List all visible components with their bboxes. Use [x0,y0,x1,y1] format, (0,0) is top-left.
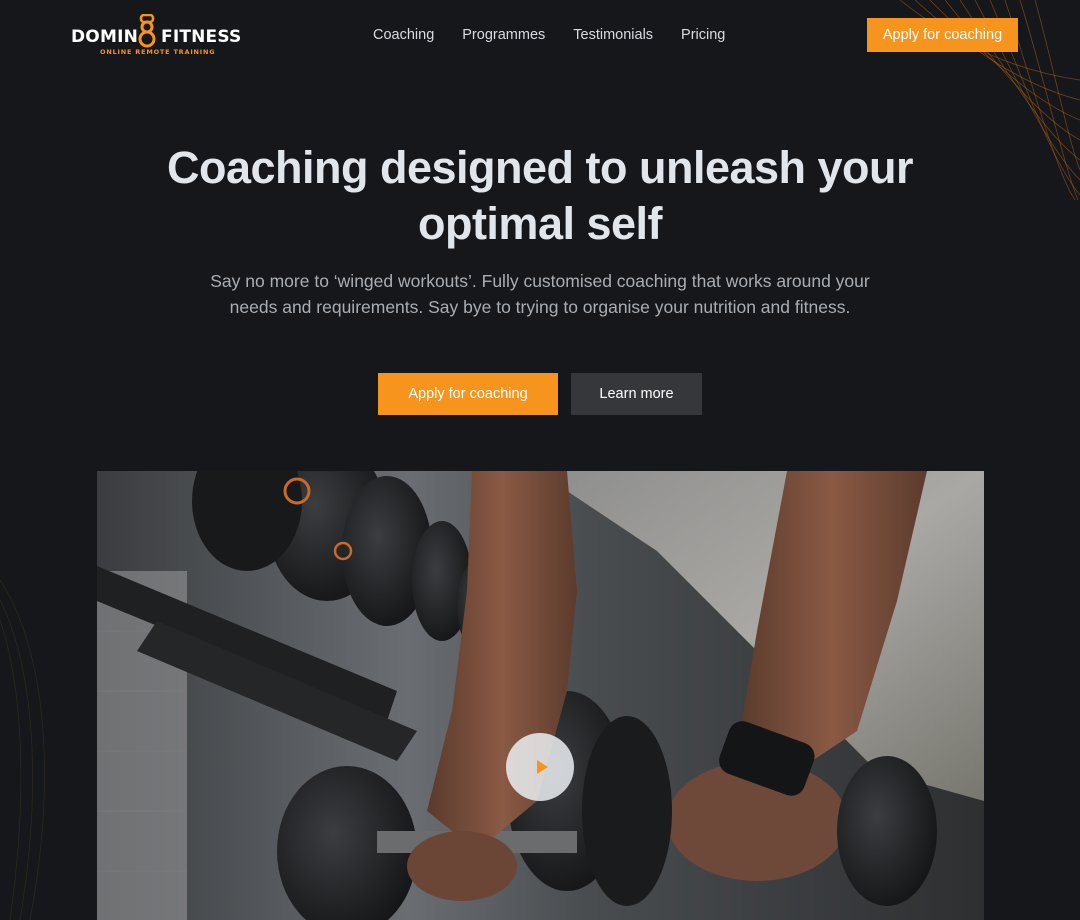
hero-video[interactable] [97,471,984,920]
hero-title: Coaching designed to unleash your optima… [166,142,914,249]
landing-page: DOMIN FITNESS ONLINE REMOTE TRAINING Coa… [0,0,1080,920]
hero-subtitle: Say no more to ‘winged workouts’. Fully … [210,271,870,317]
nav-item-testimonials[interactable]: Testimonials [573,26,653,44]
learn-more-button[interactable]: Learn more [571,373,702,415]
logo-tagline: ONLINE REMOTE TRAINING [100,48,216,56]
logo-wordmark-right: FITNESS [161,27,242,47]
gym-dumbbell-photo [97,471,984,920]
main-nav: Coaching Programmes Testimonials Pricing [373,26,725,44]
play-video-button[interactable] [506,733,574,801]
apply-for-coaching-button[interactable]: Apply for coaching [378,373,558,415]
site-header: DOMIN FITNESS ONLINE REMOTE TRAINING Coa… [0,0,1080,72]
kettlebell-eight-icon [138,14,156,48]
nav-item-pricing[interactable]: Pricing [681,26,725,44]
decorative-contour-lines-left [0,579,45,920]
play-icon [536,760,548,774]
header-apply-button[interactable]: Apply for coaching [867,18,1018,52]
nav-item-programmes[interactable]: Programmes [462,26,545,44]
brand-logo[interactable]: DOMIN FITNESS ONLINE REMOTE TRAINING [71,14,241,58]
logo-wordmark-left: DOMIN [71,27,139,47]
nav-item-coaching[interactable]: Coaching [373,26,434,44]
